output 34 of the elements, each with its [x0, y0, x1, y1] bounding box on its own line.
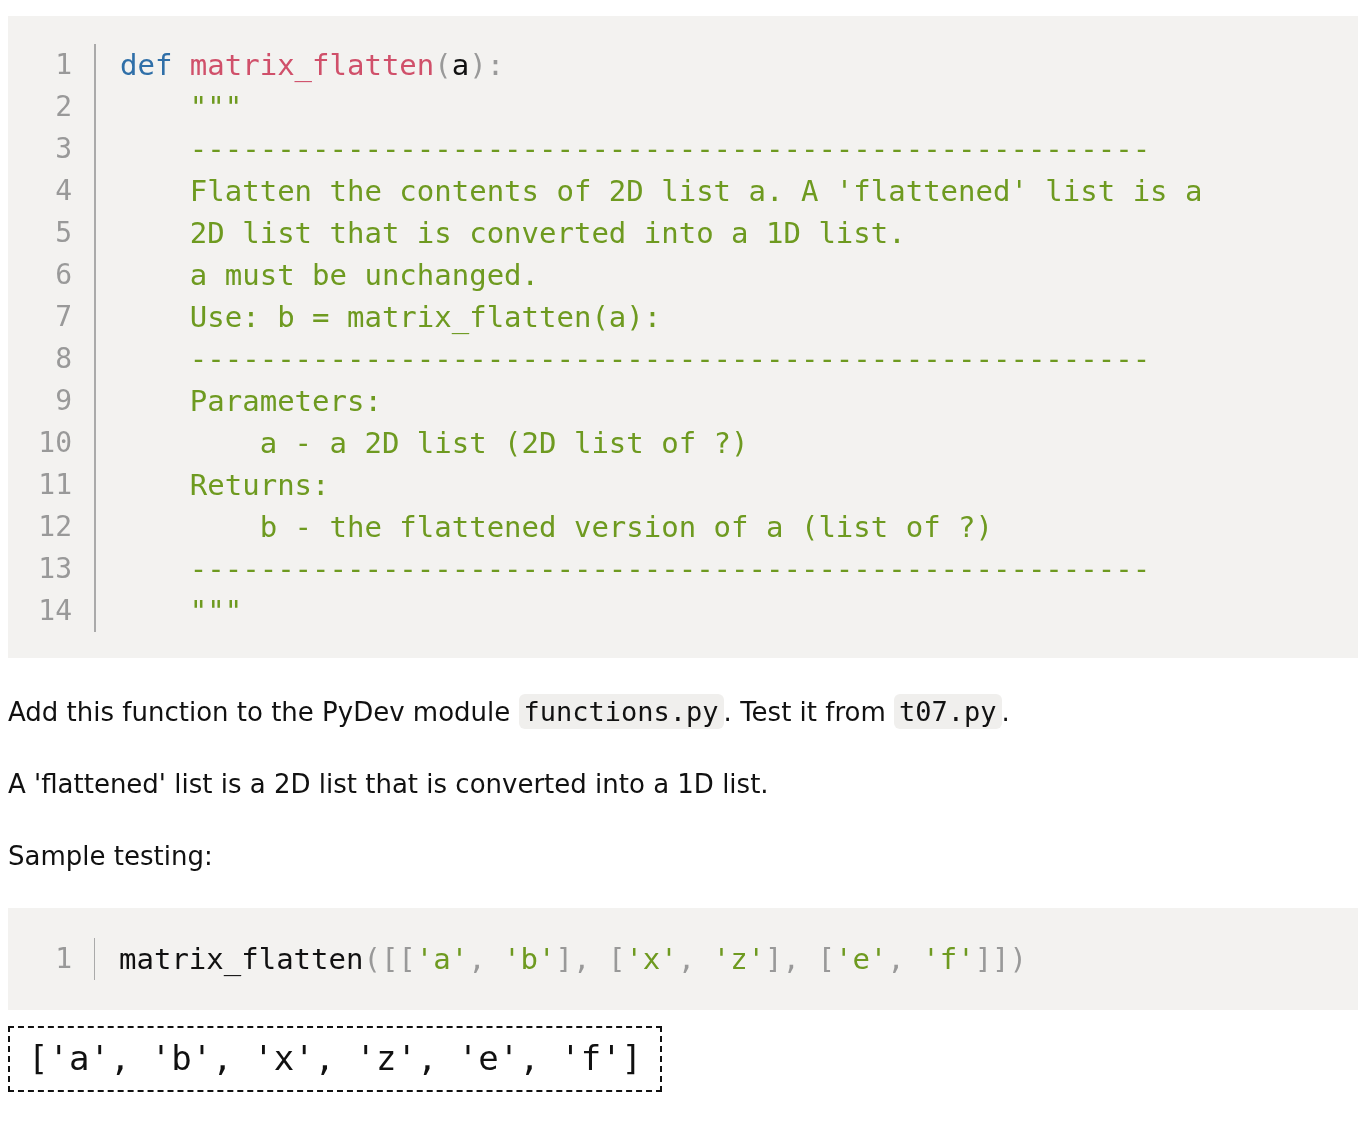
paragraph: A 'flattened' list is a 2D list that is converted into a 1D list.	[8, 768, 770, 801]
line-number: 7	[55, 299, 72, 335]
line-number: 4	[55, 173, 72, 209]
code-line: -------------------------------------------------------	[188, 552, 1151, 586]
code-line: Returns:	[188, 468, 330, 502]
code-line: Use: b = matrix_flatten(a):	[188, 300, 662, 334]
line-number: 12	[38, 509, 72, 545]
line-number: 6	[55, 257, 72, 293]
code-line: """	[188, 90, 243, 124]
line-number: 1	[55, 47, 72, 83]
line-number: 8	[55, 341, 72, 377]
line-number: 3	[55, 131, 72, 167]
line-number: 1	[55, 941, 72, 977]
line-number: 14	[38, 593, 72, 629]
code-line: 2D list that is converted into a 1D list.	[188, 216, 906, 250]
code-line: matrix_flatten([['a', 'b'], ['x', 'z'], ['e', 'f']])	[119, 942, 1027, 976]
code-line: a must be unchanged.	[188, 258, 540, 292]
code-line: Flatten the contents of 2D list a. A 'flattened' list is a	[188, 174, 1203, 208]
paragraph: Sample testing:	[8, 840, 214, 873]
output-box: ['a', 'b', 'x', 'z', 'e', 'f']	[8, 1026, 663, 1092]
code-line: """	[188, 594, 243, 628]
code-line: a - a 2D list (2D list of ?)	[258, 426, 749, 460]
code-line: def matrix_flatten(a):	[120, 48, 505, 82]
paragraph: Add this function to the PyDev module functions.py . Test it from t07.py .	[8, 693, 1011, 731]
code-line: Parameters:	[188, 384, 382, 418]
line-number: 11	[38, 467, 72, 503]
code-line: -------------------------------------------------------	[188, 342, 1151, 376]
line-number: 9	[55, 383, 72, 419]
line-number: 2	[55, 89, 72, 125]
code-line: -------------------------------------------------------	[188, 132, 1151, 166]
line-number: 5	[55, 215, 72, 251]
code-line: b - the flattened version of a (list of ?)	[258, 510, 993, 544]
line-number: 13	[38, 551, 72, 587]
line-number: 10	[38, 425, 72, 461]
